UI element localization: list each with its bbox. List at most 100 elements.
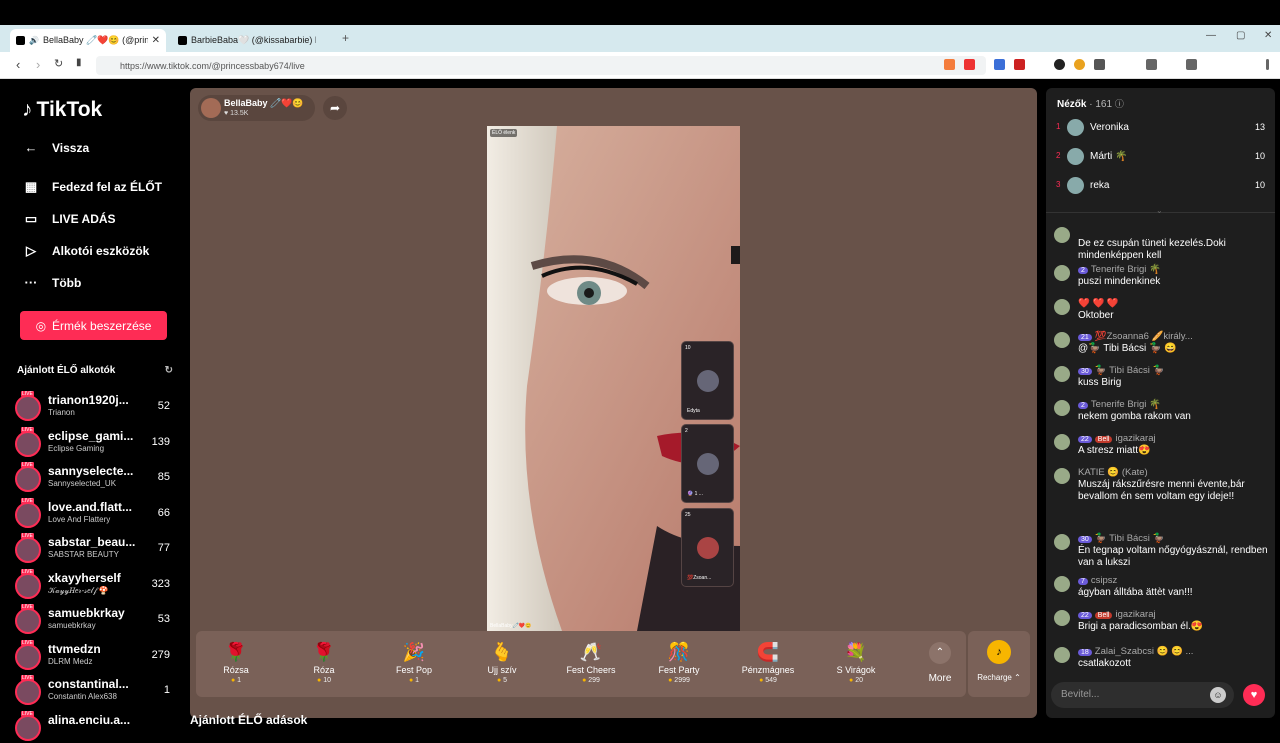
close-window-icon[interactable]: ✕ <box>1264 30 1272 41</box>
suggested-creator[interactable]: LIVE love.and.flatt... Love And Flattery… <box>15 497 175 530</box>
more-gifts-button[interactable]: ⌃ More <box>914 631 966 697</box>
avatar[interactable] <box>1054 299 1070 315</box>
bookmark-icon[interactable]: ▮ <box>76 57 82 68</box>
brave-shield-icon[interactable] <box>944 59 955 70</box>
avatar[interactable] <box>1054 576 1070 592</box>
gift-item[interactable]: 🌹 Róza ● 10 <box>284 631 364 697</box>
sidebar-icon[interactable] <box>1186 59 1197 70</box>
chat-username[interactable]: 💯Zsoanna6 🥖király... <box>1095 331 1193 342</box>
chat-text: csatlakozott <box>1078 658 1131 669</box>
top-viewer[interactable]: 1 Veronika 13 <box>1056 118 1265 138</box>
nav-go-live[interactable]: ▭ LIVE ADÁS <box>22 211 116 227</box>
chat-username[interactable]: csipsz <box>1091 575 1117 586</box>
heart-icon[interactable]: ♥ <box>1243 684 1265 706</box>
tab-bellababy[interactable]: 🔊 BellaBaby 🧷❤️😊 (@princ ✕ <box>10 29 166 52</box>
tab-barbiebaba[interactable]: BarbieBaba🤍 (@kissabarbie) ÉLŐ ad <box>172 29 332 52</box>
info-icon[interactable]: ⓘ <box>1115 99 1124 109</box>
suggested-creator[interactable]: LIVE xkayyherself 𝒦𝒶𝓎𝓎𝐻𝑒𝓇-𝓈𝑒𝓁𝒻 🍄 323 <box>15 568 175 601</box>
tiktok-logo[interactable]: ♪ TikTok <box>22 98 102 122</box>
puzzle-icon[interactable] <box>1094 59 1105 70</box>
guest-tile[interactable]: 25 💯Zsoan... <box>681 508 734 587</box>
chat-username[interactable]: 🦆 Tibi Bácsi 🦆 <box>1095 365 1165 376</box>
minimize-icon[interactable]: — <box>1206 30 1216 41</box>
suggested-creator[interactable]: LIVE eclipse_gami... Eclipse Gaming 139 <box>15 426 175 459</box>
suggested-creator[interactable]: LIVE sannyselecte... Sannyselected_UK 85 <box>15 462 175 494</box>
video-player[interactable]: ÉLŐ élenk BellaBaby🧷❤️😊 10 Edyta 2 🔮 1 .… <box>487 126 740 631</box>
gift-item[interactable]: 🎉 Fest Pop ● 1 <box>374 631 454 697</box>
gift-item[interactable]: 🌹 Rózsa ● 1 <box>196 631 276 697</box>
avatar[interactable] <box>1054 468 1070 484</box>
avatar[interactable] <box>1054 400 1070 416</box>
nav-back[interactable]: ← Vissza <box>22 140 90 155</box>
chevron-down-icon[interactable]: ⌄ <box>1156 206 1163 215</box>
gift-price-value: 2999 <box>674 677 690 684</box>
avatar[interactable] <box>1054 366 1070 382</box>
extension-icon[interactable] <box>1014 59 1025 70</box>
chat-username[interactable]: Tenerife Brigi 🌴 <box>1091 399 1161 410</box>
close-icon[interactable]: ✕ <box>152 35 160 46</box>
download-icon[interactable] <box>1146 59 1157 70</box>
avatar[interactable] <box>1054 610 1070 626</box>
chat-username[interactable]: igazikaraj <box>1115 433 1155 444</box>
suggested-creator[interactable]: LIVE sabstar_beau... SABSTAR BEAUTY 77 <box>15 533 175 565</box>
chat-username[interactable]: igazikaraj <box>1115 609 1155 620</box>
guest-tile[interactable]: 10 Edyta <box>681 341 734 420</box>
back-icon[interactable]: ‹ <box>16 57 20 72</box>
recharge-label: Recharge ⌃ <box>977 673 1021 682</box>
reload-icon[interactable]: ↻ <box>54 57 63 70</box>
suggested-creator[interactable]: LIVE ttvmedzn DLRM Medz 279 <box>15 639 175 672</box>
gift-item[interactable]: 🧲 Pénzmágnes ● 549 <box>728 631 808 697</box>
suggested-creator[interactable]: LIVE trianon1920j... Trianon 52 <box>15 391 175 423</box>
suggested-creator[interactable]: LIVE constantinal... Constantin Alex638 … <box>15 675 175 707</box>
chat-username[interactable]: ❤️ ❤️ ❤️ <box>1078 298 1119 309</box>
guest-tile[interactable]: 2 🔮 1 ... <box>681 424 734 503</box>
fan-badge: Bell <box>1094 436 1113 443</box>
chat-username[interactable]: 🦆 Tibi Bácsi 🦆 <box>1095 533 1165 544</box>
avatar[interactable] <box>1054 265 1070 281</box>
viewers-title: Nézők <box>1057 99 1087 110</box>
avatar[interactable] <box>1054 647 1070 663</box>
avatar[interactable] <box>1054 434 1070 450</box>
gift-item[interactable]: 🎊 Fest Party ● 2999 <box>639 631 719 697</box>
avatar[interactable] <box>1054 534 1070 550</box>
emoji-icon[interactable]: ☺ <box>1210 687 1226 703</box>
extension-icon[interactable] <box>1054 59 1065 70</box>
nav-creator-tools[interactable]: ▷ Alkotói eszközök <box>22 243 149 259</box>
url-input[interactable]: https://www.tiktok.com/@princessbaby674/… <box>96 56 986 75</box>
level-badge: 7 <box>1078 578 1088 585</box>
chat-header: 30 🦆 Tibi Bácsi 🦆 <box>1078 533 1164 544</box>
gift-item[interactable]: 💐 S Virágok ● 20 <box>816 631 896 697</box>
maximize-icon[interactable]: ▢ <box>1236 30 1245 41</box>
extension-icon[interactable] <box>1074 59 1085 70</box>
forward-icon[interactable]: › <box>36 57 40 72</box>
chat-username[interactable]: Zalai_Szabcsi 😊 😊 ... <box>1095 646 1194 657</box>
suggested-creator[interactable]: LIVE samuebkrkay samuebkrkay 53 <box>15 604 175 636</box>
chat-text: Oktober <box>1078 310 1114 321</box>
nav-explore-live[interactable]: ▦ Fedezd fel az ÉLŐT <box>22 179 162 195</box>
top-viewer[interactable]: 2 Márti 🌴 10 <box>1056 147 1265 167</box>
guest-count: 25 <box>685 512 691 518</box>
avatar[interactable] <box>1054 227 1070 243</box>
nav-more[interactable]: ··· Több <box>22 275 82 290</box>
gift-price: ● 1 <box>196 677 276 684</box>
refresh-icon[interactable]: ↻ <box>165 365 173 376</box>
recharge-button[interactable]: ♪ Recharge ⌃ <box>968 631 1030 697</box>
menu-icon[interactable] <box>1266 59 1269 70</box>
new-tab-icon[interactable]: + <box>342 31 349 45</box>
chat-input[interactable]: Bevitel... <box>1051 682 1234 708</box>
share-button[interactable]: ➦ <box>323 96 347 120</box>
chat-username[interactable]: KATIE 😊 (Kate) <box>1078 467 1148 478</box>
gift-item[interactable]: 🥂 Fest Cheers ● 299 <box>551 631 631 697</box>
live-badge: LIVE <box>21 604 34 610</box>
translate-icon[interactable] <box>994 59 1005 70</box>
get-coins-button[interactable]: ◎ Érmék beszerzése <box>20 311 167 340</box>
chat-username[interactable]: Tenerife Brigi 🌴 <box>1091 264 1161 275</box>
avatar[interactable] <box>1054 332 1070 348</box>
suggested-creator[interactable]: LIVE alina.enciu.a... <box>15 710 175 743</box>
host-info[interactable]: BellaBaby 🧷❤️😊 ♥ 13.5K <box>198 95 315 121</box>
live-badge: LIVE <box>21 497 34 504</box>
brave-rewards-icon[interactable] <box>964 59 975 70</box>
sidebar: ♪ TikTok ← Vissza ▦ Fedezd fel az ÉLŐT ▭… <box>0 80 190 741</box>
top-viewer[interactable]: 3 reka 10 <box>1056 176 1265 196</box>
gift-item[interactable]: 🫰 Ujj szív ● 5 <box>462 631 542 697</box>
